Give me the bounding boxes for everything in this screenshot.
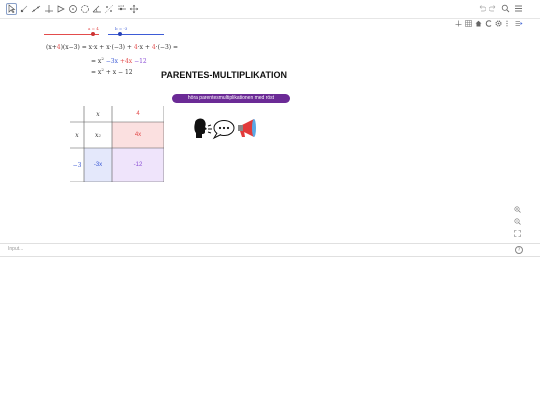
ellipse-tool-icon[interactable] [80, 4, 90, 14]
help-icon[interactable]: ? [515, 246, 523, 254]
angle-tool-icon[interactable] [92, 4, 102, 14]
slider-b-label: b = -3 [115, 26, 128, 31]
zoom-in-icon[interactable] [514, 206, 521, 215]
menu-icon[interactable] [514, 4, 523, 16]
pointcapture-icon[interactable] [485, 20, 492, 29]
reflect-tool-icon[interactable] [104, 4, 114, 14]
grid-cell-ab: -12 [133, 162, 143, 168]
grid-cell-x-squared: x2 [95, 131, 101, 139]
expression-line-3: = x2 + x − 12 [91, 67, 133, 76]
fullscreen-icon[interactable] [514, 230, 521, 239]
graphics-view[interactable]: a = 4 b = -3 (x+4)(x−3) = x·x + x·(−3) +… [0, 19, 540, 243]
toolbar: a=2 [0, 0, 540, 19]
input-field[interactable]: Input... [8, 246, 23, 252]
grid-row2-label: −3 [72, 161, 82, 169]
redo-icon[interactable] [488, 4, 497, 15]
slider-a-label: a = 4 [88, 26, 99, 31]
perpendicular-tool-icon[interactable] [44, 4, 54, 14]
circle-tool-icon[interactable] [68, 4, 78, 14]
settings-icon[interactable] [495, 20, 502, 29]
slider-tool-icon[interactable]: a=2 [117, 4, 127, 14]
grid-cell-bx: -3x [93, 162, 103, 168]
line-tool-icon[interactable] [31, 4, 41, 14]
point-tool-icon[interactable] [19, 4, 29, 14]
slider-a-knob[interactable] [91, 32, 95, 36]
grid-icon[interactable] [465, 20, 472, 29]
more-icon[interactable] [505, 20, 509, 29]
style-bar-icon[interactable] [515, 20, 523, 29]
search-icon[interactable] [501, 4, 510, 16]
slider-b-knob[interactable] [118, 32, 122, 36]
input-bar[interactable]: Input... ? [0, 243, 540, 257]
audio-button[interactable]: höra parentesmultiplikationen med röst [172, 94, 290, 103]
move-graphics-tool-icon[interactable] [129, 4, 139, 14]
expression-line-1: (x+4)(x−3) = x·x + x·(−3) + 4·x + 4·(−3)… [46, 44, 179, 51]
slider-b-track[interactable] [108, 34, 164, 35]
undo-icon[interactable] [478, 4, 487, 15]
grid-row1-label: x [75, 131, 79, 139]
multiplication-grid: x 4 x x2 4x −3 -3x -12 [70, 106, 164, 182]
grid-header-a: 4 [136, 111, 140, 117]
speaking-head-icon[interactable] [192, 118, 262, 140]
svg-text:a=2: a=2 [118, 4, 124, 8]
home-icon[interactable] [475, 20, 482, 29]
move-tool-icon[interactable] [6, 3, 17, 15]
geogebra-app: a=2 a = 4 b = -3 (x+4)(x−3) = x·x + x·(−… [0, 0, 540, 257]
polygon-tool-icon[interactable] [56, 4, 66, 14]
zoom-out-icon[interactable] [514, 218, 521, 227]
grid-header-x: x [96, 110, 100, 118]
page-title: PARENTES-MULTIPLIKATION [161, 70, 287, 80]
grid-cell-ax: 4x [134, 132, 142, 138]
expression-line-2: = x2 −3x +4x −12 [91, 56, 147, 65]
axes-icon[interactable] [455, 20, 462, 29]
